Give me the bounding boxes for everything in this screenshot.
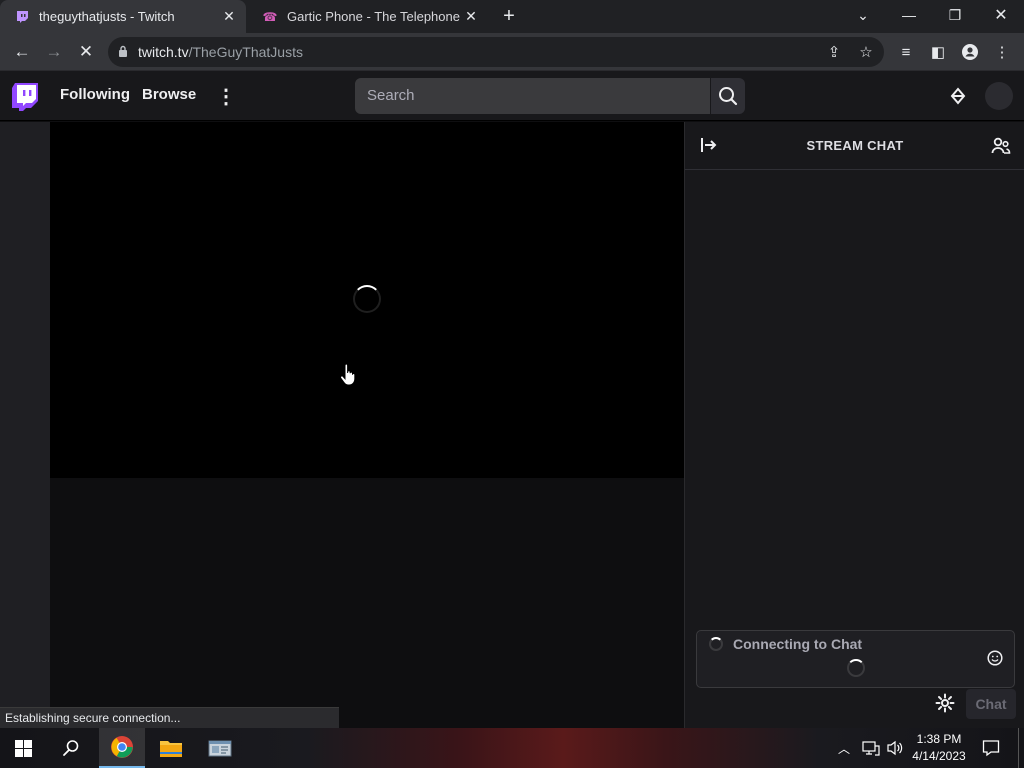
side-nav-rail: [0, 122, 50, 728]
browser-toolbar: ← → ✕ twitch.tv/TheGuyThatJusts ⇪ ☆ ≡ ◧ …: [0, 33, 1024, 71]
chat-send-button[interactable]: Chat: [966, 689, 1016, 719]
url-host: twitch.tv: [138, 44, 189, 60]
lock-icon: [108, 45, 138, 60]
telephone-favicon-icon: ☎: [262, 9, 278, 24]
tab-twitch[interactable]: theguythatjusts - Twitch ✕: [0, 0, 246, 33]
bookmark-star-icon[interactable]: ☆: [852, 38, 880, 66]
url-path: /TheGuyThatJusts: [188, 44, 303, 60]
community-users-icon[interactable]: [991, 136, 1011, 161]
chat-title: STREAM CHAT: [806, 138, 904, 153]
search-input[interactable]: Search: [355, 78, 710, 114]
clock-date: 4/14/2023: [912, 749, 966, 763]
system-clock[interactable]: 1:38 PM 4/14/2023: [908, 731, 970, 765]
reading-list-icon[interactable]: ≡: [892, 38, 920, 66]
twitch-top-nav: Following Browse ⋮ Search: [0, 71, 1024, 121]
windows-taskbar: ︿ 1:38 PM 4/14/2023: [0, 728, 1024, 768]
browser-status-bubble: Establishing secure connection...: [0, 707, 339, 728]
menu-kebab-icon[interactable]: ⋮: [988, 38, 1016, 66]
nav-following[interactable]: Following: [60, 86, 130, 103]
windows-start-icon[interactable]: [0, 728, 46, 768]
connecting-spinner-icon: [709, 637, 723, 651]
search-icon: [719, 87, 738, 106]
tab-search-chevron-icon[interactable]: ⌄: [840, 0, 886, 30]
hand-cursor-icon: [340, 363, 356, 391]
window-close-icon[interactable]: ✕: [978, 0, 1024, 30]
chat-input[interactable]: Connecting to Chat: [696, 630, 1015, 688]
forward-icon[interactable]: →: [40, 38, 68, 66]
network-icon[interactable]: [862, 740, 880, 761]
browser-tab-strip: theguythatjusts - Twitch ✕ ☎ Gartic Phon…: [0, 0, 1024, 33]
show-hidden-icons-chevron-icon[interactable]: ︿: [838, 740, 850, 757]
action-center-icon[interactable]: [982, 739, 1000, 762]
tab-title: Gartic Phone - The Telephone Game: [287, 9, 460, 24]
chat-connecting-text: Connecting to Chat: [733, 636, 863, 652]
profile-icon[interactable]: [956, 38, 984, 66]
close-tab-icon[interactable]: ✕: [218, 6, 240, 28]
stop-loading-icon[interactable]: ✕: [72, 38, 100, 66]
file-explorer-icon[interactable]: [148, 728, 194, 768]
restore-icon[interactable]: ❐: [932, 0, 978, 30]
new-tab-icon[interactable]: +: [498, 5, 520, 27]
loading-spinner-icon: [353, 285, 381, 313]
tab-title: theguythatjusts - Twitch: [39, 9, 175, 24]
chat-header: STREAM CHAT: [685, 122, 1024, 170]
chrome-taskbar-icon[interactable]: [99, 728, 145, 768]
twitch-logo-icon[interactable]: [12, 83, 38, 116]
stream-chat-panel: STREAM CHAT Connecting to Chat Chat: [684, 122, 1024, 728]
back-icon[interactable]: ←: [8, 38, 36, 66]
app-window-icon[interactable]: [197, 728, 243, 768]
prime-crown-icon[interactable]: [949, 87, 967, 110]
clock-time: 1:38 PM: [916, 732, 962, 746]
address-bar[interactable]: twitch.tv/TheGuyThatJusts: [108, 37, 884, 67]
taskbar-search-icon[interactable]: [48, 728, 94, 768]
channel-info-area: [50, 478, 684, 728]
chat-settings-gear-icon[interactable]: [935, 693, 955, 718]
close-tab-icon[interactable]: ✕: [460, 6, 482, 28]
show-desktop-divider[interactable]: [1018, 728, 1019, 768]
tab-gartic-phone[interactable]: ☎ Gartic Phone - The Telephone Game ✕: [248, 0, 488, 33]
emote-picker-icon[interactable]: [987, 650, 1003, 671]
side-panel-icon[interactable]: ◧: [924, 38, 952, 66]
more-kebab-icon[interactable]: ⋮: [216, 84, 236, 108]
video-player[interactable]: [50, 122, 684, 478]
chat-loading-spinner-icon: [847, 659, 865, 677]
search-button[interactable]: [711, 78, 745, 114]
volume-icon[interactable]: [886, 739, 904, 762]
share-icon[interactable]: ⇪: [820, 38, 848, 66]
nav-browse[interactable]: Browse: [142, 86, 196, 103]
user-avatar[interactable]: [985, 82, 1013, 110]
twitch-favicon-icon: [14, 9, 30, 25]
minimize-icon[interactable]: —: [886, 0, 932, 30]
